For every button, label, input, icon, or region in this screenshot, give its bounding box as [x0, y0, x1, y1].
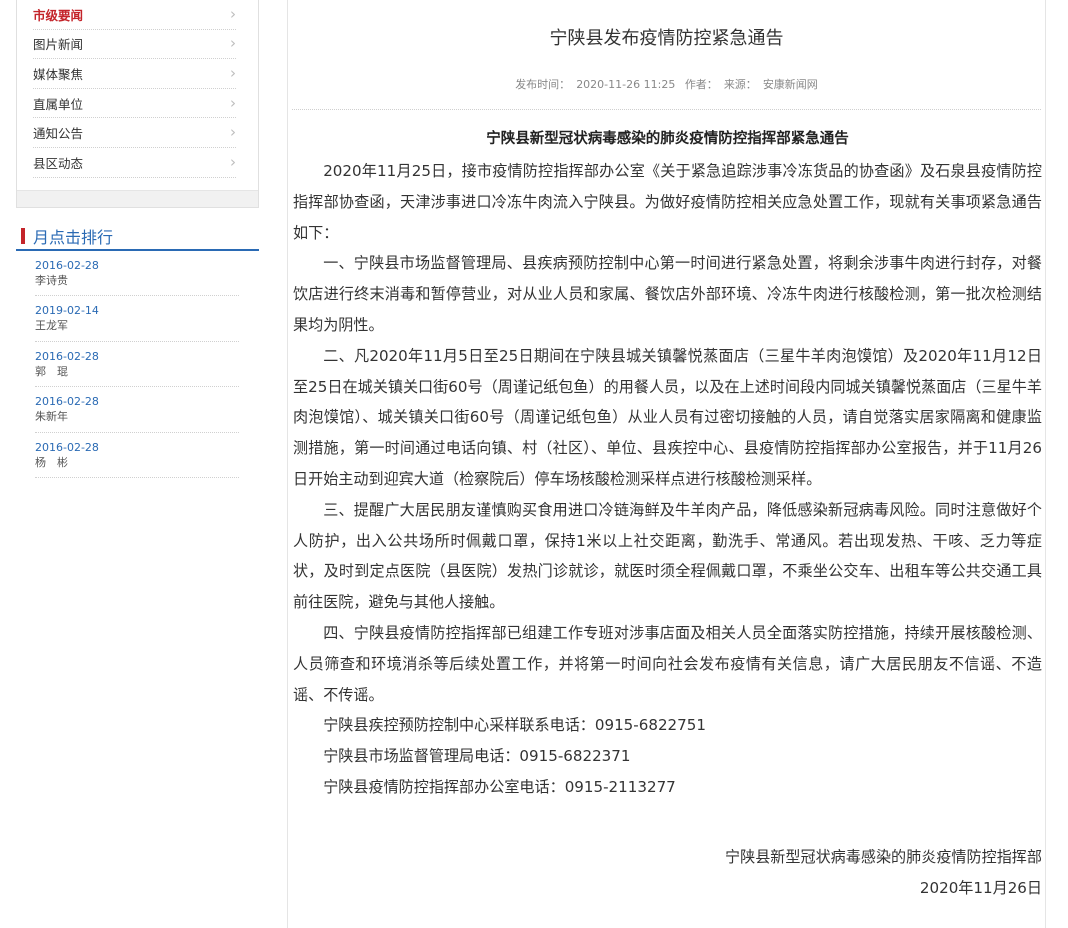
- contact-line: 宁陕县疾控预防控制中心采样联系电话：0915-6822751: [323, 716, 706, 735]
- contact-line: 宁陕县疫情防控指挥部办公室电话：0915-2113277: [323, 777, 676, 796]
- author-label: 作者：: [684, 78, 718, 91]
- body-paragraph: 四、宁陕县疫情防控指挥部已组建工作专班对涉事店面及相关人员全面落实防控措施，持续…: [293, 623, 1042, 704]
- signature-organization: 宁陕县新型冠状病毒感染的肺炎疫情防控指挥部: [725, 847, 1042, 866]
- ranking-title: 月点击排行: [33, 227, 114, 247]
- notice-heading: 宁陕县新型冠状病毒感染的肺炎疫情防控指挥部紧急通告: [486, 131, 849, 147]
- chevron-right-icon: ›: [230, 63, 236, 82]
- chevron-right-icon: ›: [230, 123, 236, 142]
- body-paragraph: 三、提醒广大居民朋友谨慎购买食用进口冷链海鲜及牛羊肉产品，降低感染新冠病毒风险。…: [293, 500, 1042, 612]
- ranking-item-name: 郭 琨: [35, 364, 68, 378]
- article-title: 宁陕县发布疫情防控紧急通告: [549, 28, 784, 49]
- body-paragraph: 一、宁陕县市场监督管理局、县疾病预防控制中心第一时间进行紧急处置，将剩余涉事牛肉…: [293, 254, 1042, 334]
- ranking-item[interactable]: 2016-02-28 杨 彬: [35, 433, 239, 479]
- source-name: 安康新闻网: [762, 78, 818, 91]
- ranking-item-name: 李诗贵: [35, 273, 68, 287]
- ranking-item-name: 杨 彬: [35, 455, 68, 469]
- ranking-item-date: 2016-02-28: [35, 440, 99, 454]
- article-panel: 宁陕县发布疫情防控紧急通告 发布时间： 2020-11-26 11:25 作者： 来…: [287, 0, 1046, 928]
- ranking-item[interactable]: 2016-02-28 李诗贵: [35, 251, 239, 297]
- body-paragraph: 2020年11月25日，接市疫情防控指挥部办公室《关于紧急追踪涉事冷冻货品的协查…: [293, 162, 1042, 242]
- chevron-right-icon: ›: [230, 93, 236, 112]
- source-label: 来源：: [723, 78, 757, 91]
- signature-date: 2020年11月26日: [919, 878, 1042, 897]
- ranking-item[interactable]: 2016-02-28 朱新年: [35, 387, 239, 433]
- sidebar: 市级要闻 › 图片新闻 › 媒体聚焦 › 直属单位 › 通知公告 › 县区动态 …: [16, 0, 259, 479]
- ranking-item-date: 2019-02-14: [35, 304, 99, 318]
- ranking-item[interactable]: 2019-02-14 王龙军: [35, 296, 239, 342]
- ranking-item-date: 2016-02-28: [35, 395, 99, 409]
- nav-item-county-news[interactable]: 县区动态 ›: [33, 148, 236, 178]
- sidebar-nav-box: 市级要闻 › 图片新闻 › 媒体聚焦 › 直属单位 › 通知公告 › 县区动态 …: [16, 0, 259, 208]
- chevron-right-icon: ›: [230, 152, 236, 171]
- ranking-item-name: 朱新年: [35, 410, 68, 424]
- nav-item-media-focus[interactable]: 媒体聚焦 ›: [33, 59, 236, 89]
- article-meta: 发布时间： 2020-11-26 11:25 作者： 来源： 安康新闻网: [288, 76, 1045, 92]
- chevron-right-icon: ›: [230, 4, 236, 23]
- ranking-item-name: 王龙军: [35, 319, 68, 333]
- contact-line: 宁陕县市场监督管理局电话：0915-6822371: [323, 747, 631, 766]
- nav-item-notices[interactable]: 通知公告 ›: [33, 118, 236, 148]
- ranking-marker: [21, 227, 25, 244]
- ranking-list: 2016-02-28 李诗贵 2019-02-14 王龙军 2016-02-28…: [16, 251, 259, 479]
- chevron-right-icon: ›: [230, 34, 236, 53]
- ranking-header: 月点击排行: [16, 223, 259, 251]
- sidebar-nav-footer: [17, 189, 258, 207]
- sidebar-nav-list: 市级要闻 › 图片新闻 › 媒体聚焦 › 直属单位 › 通知公告 › 县区动态 …: [17, 0, 258, 190]
- ranking-item-date: 2016-02-28: [35, 258, 99, 272]
- publish-time-label: 发布时间：: [515, 78, 571, 91]
- nav-item-city-news[interactable]: 市级要闻 ›: [33, 0, 236, 30]
- ranking-item-date: 2016-02-28: [35, 349, 99, 363]
- nav-item-label: 图片新闻: [33, 37, 84, 53]
- nav-item-label: 媒体聚焦: [33, 66, 84, 82]
- publish-time: 2020-11-26 11:25: [576, 78, 676, 91]
- nav-item-photo-news[interactable]: 图片新闻 ›: [33, 30, 236, 60]
- body-paragraph: 二、凡2020年11月5日至25日期间在宁陕县城关镇馨悦蒸面店（三星牛羊肉泡馍馆…: [293, 346, 1042, 488]
- nav-item-affiliated-units[interactable]: 直属单位 ›: [33, 89, 236, 119]
- nav-item-label: 县区动态: [33, 155, 84, 171]
- nav-item-label: 直属单位: [33, 96, 84, 112]
- nav-item-label: 通知公告: [33, 126, 84, 142]
- meta-divider: [292, 109, 1041, 110]
- article-body: 宁陕县新型冠状病毒感染的肺炎疫情防控指挥部紧急通告 2020年11月25日，接市…: [293, 123, 1042, 903]
- nav-item-label: 市级要闻: [33, 7, 84, 23]
- ranking-item[interactable]: 2016-02-28 郭 琨: [35, 342, 239, 388]
